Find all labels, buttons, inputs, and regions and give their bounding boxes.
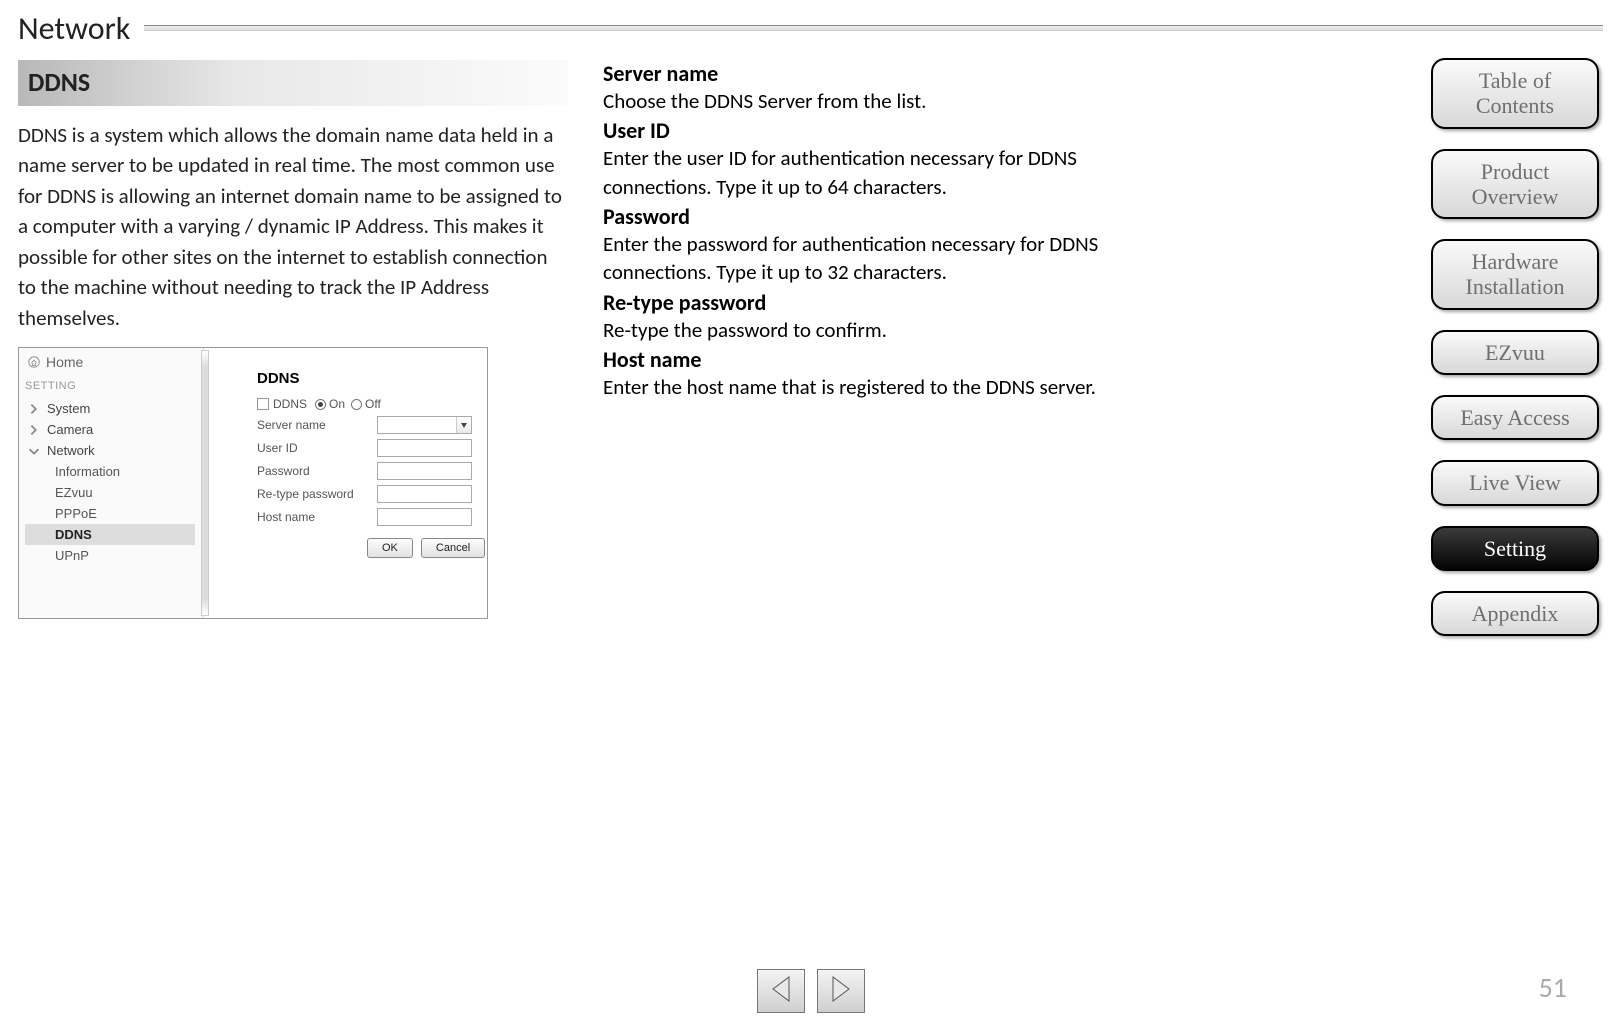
form-row-retype: Re-type password — [257, 485, 479, 503]
def-term-password: Password — [603, 203, 1143, 230]
settings-screenshot: Home SETTING System Camera Network Infor… — [18, 347, 488, 619]
arrow-left-icon — [769, 975, 793, 1008]
sidebar-item-system[interactable]: System — [25, 398, 203, 419]
user-id-input[interactable] — [377, 439, 472, 457]
pager — [757, 969, 865, 1013]
sidebar-item-camera[interactable]: Camera — [25, 419, 203, 440]
arrow-right-icon — [829, 975, 853, 1008]
form-row-server-name: Server name — [257, 416, 479, 434]
prev-page-button[interactable] — [757, 969, 805, 1013]
sidebar-home-label: Home — [46, 354, 83, 370]
def-term-server-name: Server name — [603, 60, 1143, 87]
nav-ezvuu[interactable]: EZvuu — [1431, 330, 1599, 375]
form-row-enable: DDNS On Off — [257, 397, 479, 411]
def-desc-user-id: Enter the user ID for authentication nec… — [603, 144, 1143, 201]
chevron-down-icon — [27, 444, 41, 458]
home-icon — [27, 355, 41, 369]
nav-hardware-installation[interactable]: Hardware Installation — [1431, 239, 1599, 310]
sidebar-sub-ezvuu[interactable]: EZvuu — [25, 482, 203, 503]
screenshot-sidebar: Home SETTING System Camera Network Infor… — [19, 348, 204, 618]
nav-toc[interactable]: Table of Contents — [1431, 58, 1599, 129]
screenshot-form: DDNS DDNS On Off Server name User ID — [219, 348, 487, 618]
page-number: 51 — [1539, 970, 1567, 1005]
right-nav: Table of Contents Product Overview Hardw… — [1431, 58, 1599, 636]
form-row-host: Host name — [257, 508, 479, 526]
page-title: Network — [18, 9, 144, 48]
sidebar-section-label: SETTING — [25, 380, 203, 392]
ddns-on-label: On — [329, 397, 345, 411]
sidebar-sub-pppoe[interactable]: PPPoE — [25, 503, 203, 524]
def-desc-server-name: Choose the DDNS Server from the list. — [603, 87, 1143, 115]
ok-button[interactable]: OK — [367, 538, 413, 558]
sidebar-sub-ddns[interactable]: DDNS — [25, 524, 195, 545]
sidebar-item-label: Network — [47, 443, 95, 458]
def-term-retype-password: Re-type password — [603, 289, 1143, 316]
def-desc-password: Enter the password for authentication ne… — [603, 230, 1143, 287]
ddns-off-radio[interactable] — [351, 399, 362, 410]
retype-password-label: Re-type password — [257, 487, 377, 501]
form-row-password: Password — [257, 462, 479, 480]
password-input[interactable] — [377, 462, 472, 480]
def-desc-retype-password: Re-type the password to confirm. — [603, 316, 1143, 344]
sidebar-item-network[interactable]: Network — [25, 440, 203, 461]
chevron-right-icon — [27, 402, 41, 416]
host-name-input[interactable] — [377, 508, 472, 526]
next-page-button[interactable] — [817, 969, 865, 1013]
title-divider — [144, 25, 1603, 31]
ddns-on-radio[interactable] — [315, 399, 326, 410]
nav-live-view[interactable]: Live View — [1431, 460, 1599, 505]
section-heading: DDNS — [18, 60, 568, 106]
def-desc-host-name: Enter the host name that is registered t… — [603, 373, 1143, 401]
def-term-user-id: User ID — [603, 117, 1143, 144]
form-row-user-id: User ID — [257, 439, 479, 457]
host-name-label: Host name — [257, 510, 377, 524]
sidebar-sub-information[interactable]: Information — [25, 461, 203, 482]
sidebar-item-label: Camera — [47, 422, 93, 437]
sidebar-home[interactable]: Home — [25, 354, 203, 370]
def-term-host-name: Host name — [603, 346, 1143, 373]
nav-appendix[interactable]: Appendix — [1431, 591, 1599, 636]
sidebar-item-label: System — [47, 401, 90, 416]
chevron-right-icon — [27, 423, 41, 437]
cancel-button[interactable]: Cancel — [421, 538, 485, 558]
nav-easy-access[interactable]: Easy Access — [1431, 395, 1599, 440]
password-label: Password — [257, 464, 377, 478]
section-paragraph: DDNS is a system which allows the domain… — [18, 120, 568, 333]
nav-setting[interactable]: Setting — [1431, 526, 1599, 571]
server-name-label: Server name — [257, 418, 377, 432]
form-button-row: OK Cancel — [257, 538, 479, 558]
definitions-column: Server name Choose the DDNS Server from … — [603, 60, 1143, 401]
sidebar-sub-upnp[interactable]: UPnP — [25, 545, 203, 566]
ddns-enable-checkbox[interactable] — [257, 398, 269, 410]
left-column: DDNS DDNS is a system which allows the d… — [18, 60, 568, 619]
server-name-select[interactable] — [377, 416, 472, 434]
page-title-row: Network — [18, 8, 1603, 48]
retype-password-input[interactable] — [377, 485, 472, 503]
ddns-enable-label: DDNS — [273, 397, 307, 411]
ddns-off-label: Off — [365, 397, 381, 411]
form-title: DDNS — [257, 370, 479, 387]
nav-product-overview[interactable]: Product Overview — [1431, 149, 1599, 220]
user-id-label: User ID — [257, 441, 377, 455]
